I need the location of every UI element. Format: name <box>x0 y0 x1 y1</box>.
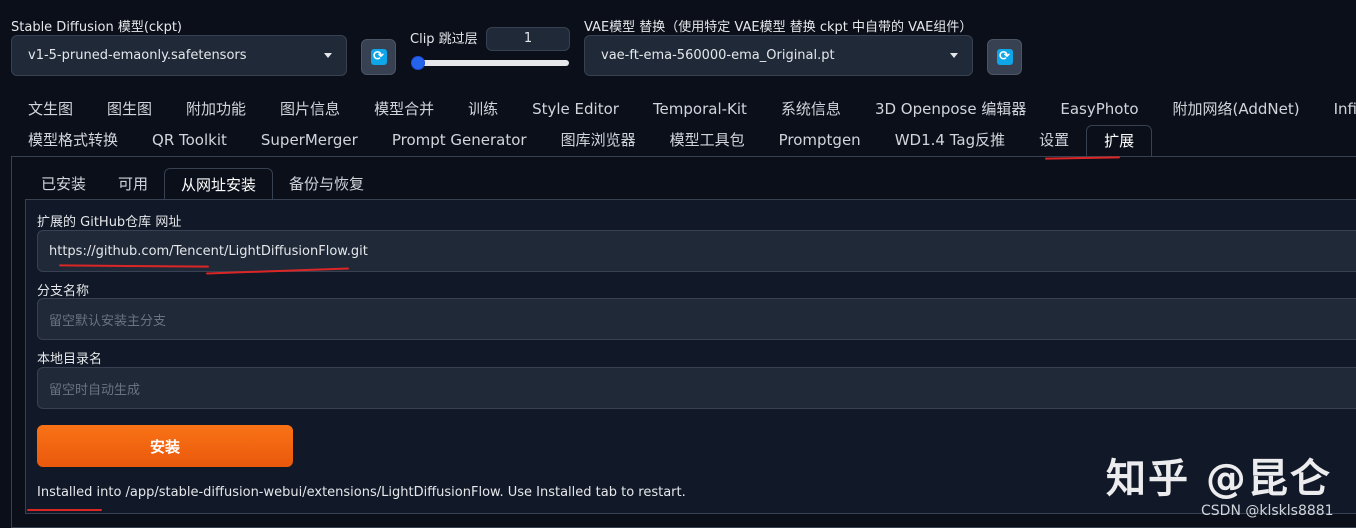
tab-row2-5[interactable]: 模型工具包 <box>653 125 762 156</box>
subtab-2[interactable]: 从网址安装 <box>164 168 274 200</box>
tab-row2-0[interactable]: 模型格式转换 <box>11 125 135 156</box>
url-value: https://github.com/Tencent/LightDiffusio… <box>49 243 368 259</box>
install-button[interactable]: 安装 <box>37 425 293 467</box>
tab-row1-2[interactable]: 附加功能 <box>169 94 263 125</box>
tab-row2-2[interactable]: SuperMerger <box>244 125 375 156</box>
tab-row1-1[interactable]: 图生图 <box>90 94 169 125</box>
branch-label: 分支名称 <box>37 284 90 299</box>
sd-model-label: Stable Diffusion 模型(ckpt) <box>11 20 183 35</box>
tab-row1-7[interactable]: Temporal-Kit <box>636 94 764 125</box>
vae-label: VAE模型 替换（使用特定 VAE模型 替换 ckpt 中自带的 VAE组件） <box>584 20 973 35</box>
csdn-watermark: CSDN @klskls8881 <box>1201 503 1334 519</box>
tab-row2-3[interactable]: Prompt Generator <box>375 125 544 156</box>
branch-input[interactable]: 留空默认安装主分支 <box>37 298 1356 340</box>
branch-placeholder: 留空默认安装主分支 <box>49 313 167 329</box>
clip-skip-slider[interactable] <box>411 60 569 66</box>
subtab-1[interactable]: 可用 <box>102 168 164 200</box>
tab-row1-10[interactable]: EasyPhoto <box>1043 94 1155 125</box>
dir-label: 本地目录名 <box>37 352 103 367</box>
sd-model-dropdown[interactable]: v1-5-pruned-emaonly.safetensors <box>11 35 347 76</box>
tab-row1-6[interactable]: Style Editor <box>515 94 636 125</box>
sd-model-refresh-button[interactable]: ⟳ <box>361 39 396 75</box>
tab-row1-12[interactable]: Infinite <box>1317 94 1356 125</box>
tab-row2-1[interactable]: QR Toolkit <box>135 125 244 156</box>
vae-refresh-button[interactable]: ⟳ <box>987 39 1022 75</box>
clip-skip-slider-thumb[interactable] <box>411 56 425 70</box>
tab-row2-9[interactable]: 扩展 <box>1086 125 1153 156</box>
refresh-icon: ⟳ <box>370 49 387 65</box>
tab-row1-0[interactable]: 文生图 <box>11 94 90 125</box>
tab-row1-8[interactable]: 系统信息 <box>764 94 858 125</box>
subtab-0[interactable]: 已安装 <box>25 168 102 200</box>
tab-row1-4[interactable]: 模型合并 <box>357 94 451 125</box>
main-tab-row-2: 模型格式转换 QR Toolkit SuperMerger Prompt Genera… <box>11 125 1153 156</box>
dir-input[interactable]: 留空时自动生成 <box>37 367 1356 409</box>
tab-row1-5[interactable]: 训练 <box>451 94 515 125</box>
dir-placeholder: 留空时自动生成 <box>49 382 141 398</box>
vae-dropdown[interactable]: vae-ft-ema-560000-ema_Original.pt <box>584 35 973 76</box>
vae-value: vae-ft-ema-560000-ema_Original.pt <box>601 48 835 63</box>
refresh-icon: ⟳ <box>996 49 1013 65</box>
clip-skip-label: Clip 跳过层 <box>410 32 478 47</box>
tab-row2-4[interactable]: 图库浏览器 <box>544 125 653 156</box>
tab-row1-11[interactable]: 附加网络(AddNet) <box>1156 94 1317 125</box>
subtab-3[interactable]: 备份与恢复 <box>273 168 380 200</box>
tab-row2-7[interactable]: WD1.4 Tag反推 <box>878 125 1022 156</box>
chevron-down-icon <box>950 53 958 58</box>
main-tab-row-1: 文生图 图生图 附加功能 图片信息 模型合并 训练 Style Editor Temporal… <box>11 94 1356 125</box>
install-status-text: Installed into /app/stable-diffusion-web… <box>37 485 686 500</box>
zhihu-watermark: 知乎 @昆仑 <box>1106 456 1332 502</box>
tab-row2-6[interactable]: Promptgen <box>762 125 878 156</box>
tab-row1-3[interactable]: 图片信息 <box>263 94 357 125</box>
annotation-underline-status <box>27 509 102 511</box>
tab-row1-9[interactable]: 3D Openpose 编辑器 <box>858 94 1043 125</box>
extensions-subtabs: 已安装 可用 从网址安装 备份与恢复 <box>25 168 380 200</box>
tab-row2-8[interactable]: 设置 <box>1022 125 1086 156</box>
url-input[interactable]: https://github.com/Tencent/LightDiffusio… <box>37 230 1356 272</box>
clip-skip-number-input[interactable]: 1 <box>486 27 570 51</box>
url-label: 扩展的 GitHub仓库 网址 <box>37 215 182 230</box>
sd-model-value: v1-5-pruned-emaonly.safetensors <box>28 48 247 63</box>
chevron-down-icon <box>324 53 332 58</box>
